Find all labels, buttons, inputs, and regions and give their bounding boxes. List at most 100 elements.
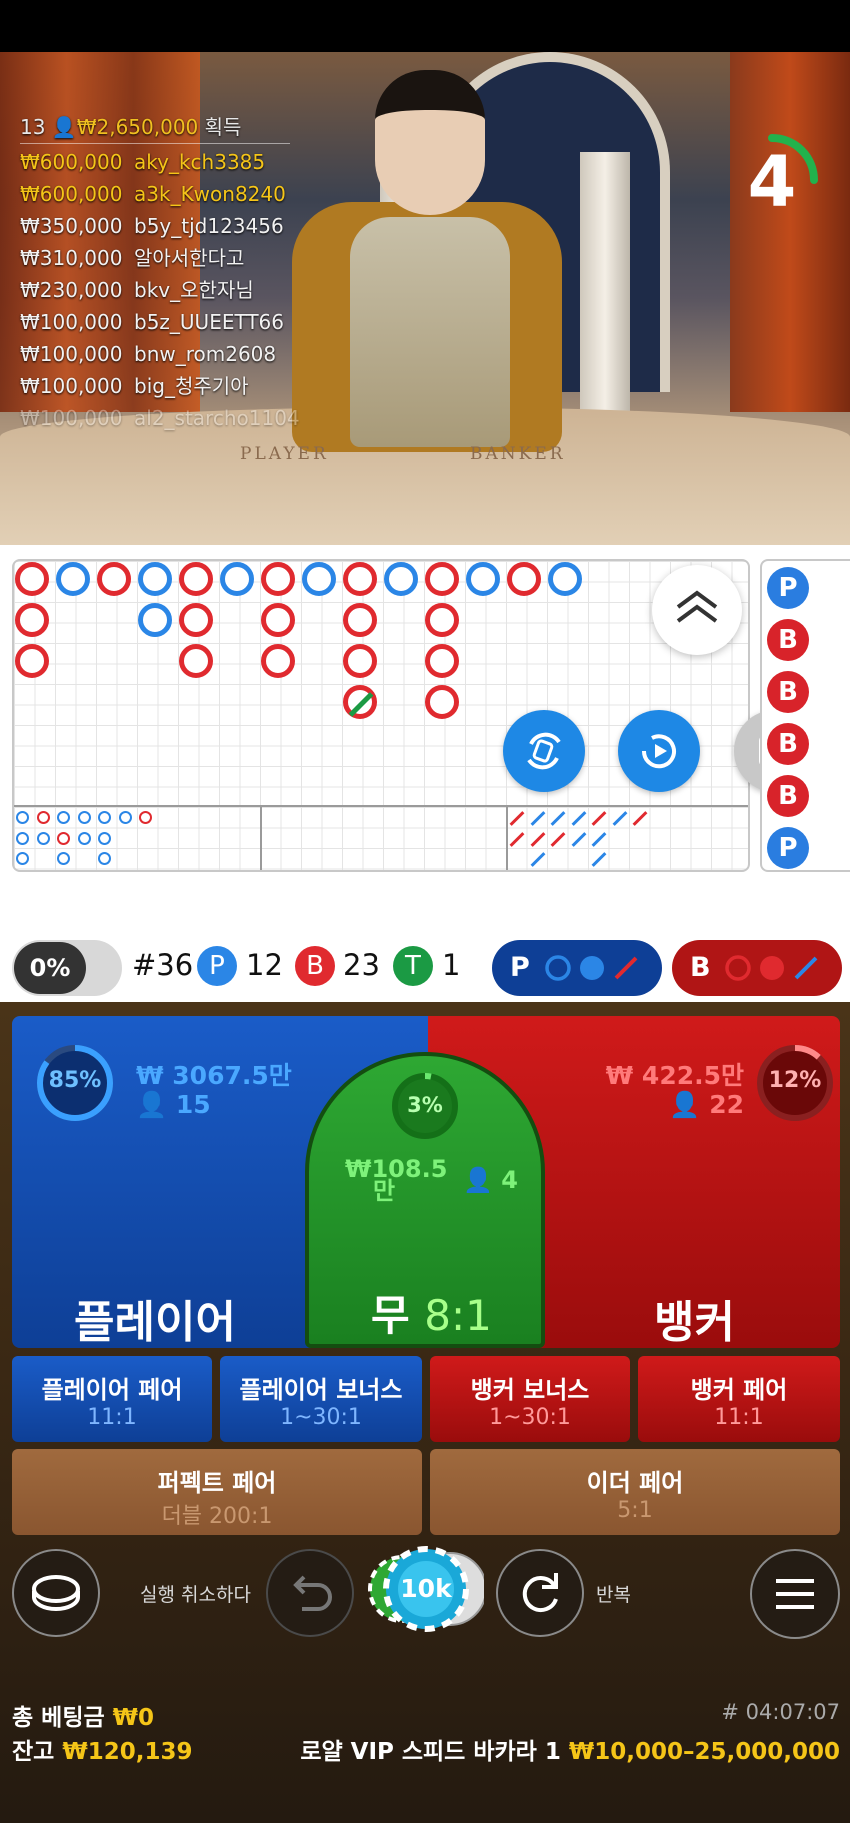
derived-road-slash	[591, 831, 607, 847]
winner-row: ₩350,000 b5y_tjd123456	[20, 214, 284, 238]
derived-road-marker	[118, 811, 132, 824]
tie-total-amount: ₩108.5 만	[345, 1155, 448, 1205]
road-marker	[56, 562, 90, 596]
derived-road-marker	[303, 852, 316, 865]
road-marker	[179, 644, 213, 678]
banker-label: 뱅커	[654, 1297, 735, 1348]
derived-road-slash	[632, 811, 648, 826]
road-marker	[220, 562, 254, 596]
derived-road-slash	[571, 831, 586, 847]
winners-header: 13 👤₩2,650,000 획득	[20, 111, 290, 144]
bead-road-item: P	[767, 567, 809, 609]
stats-bar: 0% #36 P 12 B 23 T 1 P B	[0, 930, 850, 1002]
tie-badge: T	[393, 946, 433, 986]
percent-toggle[interactable]: 0%	[12, 940, 122, 996]
player-pair-bet[interactable]: 플레이어 페어 11:1	[12, 1356, 212, 1442]
road-marker	[179, 562, 213, 596]
derived-road-marker	[365, 811, 378, 824]
repeat-button[interactable]	[496, 1549, 584, 1637]
derived-road-marker	[36, 831, 50, 845]
ask-banker-button[interactable]	[618, 710, 700, 792]
repeat-label: 반복	[596, 1584, 631, 1606]
tie-count: 1	[442, 948, 461, 982]
derived-road-marker	[344, 832, 357, 845]
baccarat-screen: PLAYER BANKER 13 👤₩2,650,000 획득 ₩600,000…	[0, 0, 850, 1823]
undo-icon	[293, 1575, 332, 1611]
player-count: 12	[246, 948, 283, 982]
derived-road-marker	[365, 852, 378, 865]
menu-button[interactable]	[750, 1549, 840, 1639]
derived-road-slash	[612, 811, 627, 826]
chip-selector[interactable]: 10k	[368, 1546, 487, 1632]
expand-scoreboard-button[interactable]	[652, 565, 742, 655]
derived-road-marker	[303, 832, 316, 845]
person-icon: 👤	[51, 115, 77, 139]
road-marker	[425, 644, 459, 678]
road-marker	[138, 603, 172, 637]
road-marker	[302, 562, 336, 596]
derived-road-marker	[365, 832, 378, 845]
banker-bettor-count: 👤 22	[669, 1090, 744, 1119]
derived-road-marker	[303, 811, 316, 824]
derived-road-marker	[57, 852, 70, 865]
bead-road-item: B	[767, 775, 809, 817]
derived-road-slash	[550, 811, 566, 826]
bead-road-item: B	[767, 671, 809, 713]
winner-row: ₩230,000 bkv_오한자님	[20, 278, 254, 302]
derived-road-slash	[550, 831, 566, 847]
perfect-pair-bet[interactable]: 퍼펙트 페어 더블 200:1	[12, 1449, 422, 1535]
derived-road-marker	[16, 831, 29, 845]
ask-player-button[interactable]	[503, 710, 585, 792]
road-marker	[261, 562, 295, 596]
live-video: PLAYER BANKER 13 👤₩2,650,000 획득 ₩600,000…	[0, 52, 850, 545]
prediction-icons	[725, 955, 818, 981]
derived-road-slash	[509, 811, 525, 826]
menu-icon	[776, 1579, 814, 1609]
derived-road-marker	[16, 852, 29, 865]
road-marker	[15, 603, 49, 637]
banker-bonus-bet[interactable]: 뱅커 보너스 1~30:1	[430, 1356, 630, 1442]
chip-stack-icon	[32, 1575, 80, 1611]
banker-total-amount: ₩ 422.5만	[605, 1061, 744, 1090]
derived-road-marker	[98, 831, 111, 845]
bead-road-item: B	[767, 619, 809, 661]
road-marker	[384, 562, 418, 596]
banker-count: 23	[343, 948, 380, 982]
undo-button[interactable]	[266, 1549, 354, 1637]
round-number: #36	[132, 948, 194, 982]
banker-ask-road-button[interactable]: B	[672, 940, 842, 996]
player-bonus-bet[interactable]: 플레이어 보너스 1~30:1	[220, 1356, 422, 1442]
derived-road-slash	[530, 811, 545, 826]
derived-road-marker	[262, 811, 275, 824]
derived-road-marker	[324, 811, 337, 824]
undo-label: 실행 취소하다	[140, 1584, 251, 1606]
person-icon: 👤	[669, 1090, 710, 1119]
derived-road-marker	[36, 811, 50, 824]
replay-icon	[641, 734, 676, 769]
chip-value: 10k	[400, 1574, 452, 1603]
road-marker	[15, 644, 49, 678]
chat-button[interactable]	[12, 1549, 100, 1637]
banker-pair-bet[interactable]: 뱅커 페어 11:1	[638, 1356, 840, 1442]
winner-row: ₩100,000 al2_starcho1104	[20, 406, 300, 430]
tie-bet-spot[interactable]: 3% ₩108.5 만 👤 4 무 8:1	[305, 1052, 545, 1348]
winner-row: ₩100,000 bnw_rom2608	[20, 342, 277, 366]
repeat-icon	[522, 1573, 558, 1613]
road-marker	[138, 562, 172, 596]
bead-road: PBBBBP	[760, 559, 850, 872]
total-bet: 총 베팅금 ₩0	[12, 1705, 155, 1731]
betting-board: 85% ₩ 3067.5만 👤 15 플레이어 12% ₩ 422.5만 👤 2…	[0, 1002, 850, 1823]
person-icon: 👤	[463, 1166, 502, 1194]
derived-road-slash	[591, 811, 607, 826]
derived-road-slash	[530, 852, 545, 867]
road-marker	[343, 603, 377, 637]
derived-road-marker	[344, 811, 357, 824]
derived-road-marker	[98, 852, 111, 865]
either-pair-bet[interactable]: 이더 페어 5:1	[430, 1449, 840, 1535]
winner-row: ₩600,000 aky_kch3385	[20, 150, 266, 174]
player-ask-road-button[interactable]: P	[492, 940, 662, 996]
derived-road-marker	[57, 831, 70, 845]
derived-road-marker	[98, 811, 111, 824]
road-marker	[15, 562, 49, 596]
scoreboard[interactable]: PBBBBP	[0, 545, 850, 930]
